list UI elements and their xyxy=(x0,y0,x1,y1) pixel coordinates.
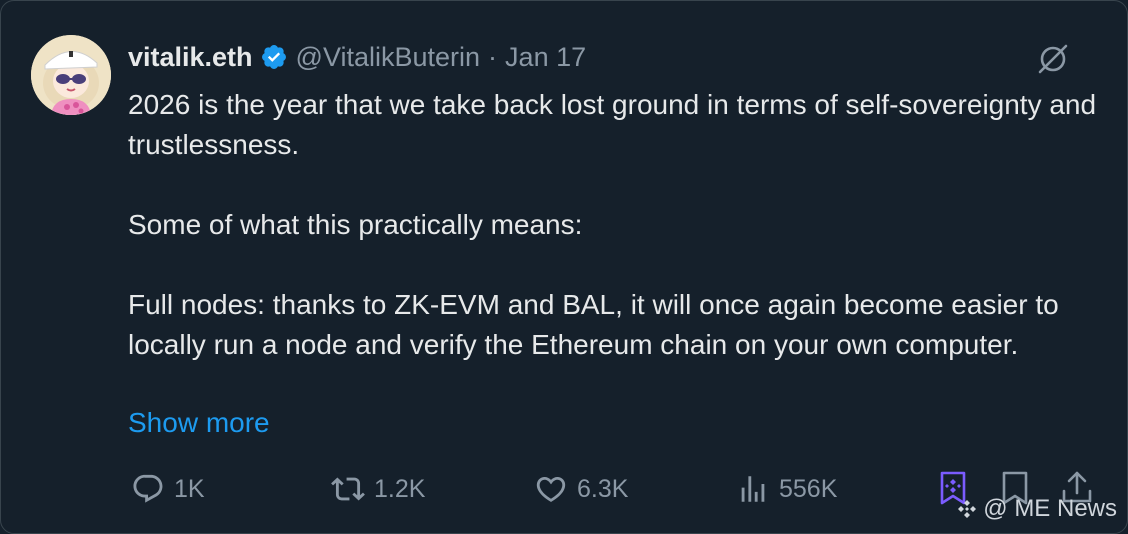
watermark: @ ME News xyxy=(955,495,1117,523)
retweet-button[interactable]: 1.2K xyxy=(331,469,425,509)
author-handle[interactable]: @VitalikButerin xyxy=(296,42,481,73)
watermark-text: @ ME News xyxy=(983,495,1117,522)
header-separator: · xyxy=(488,41,498,72)
author-name[interactable]: vitalik.eth xyxy=(128,42,253,73)
show-more-link[interactable]: Show more xyxy=(128,403,270,443)
like-button[interactable]: 6.3K xyxy=(534,469,628,509)
analytics-icon xyxy=(741,476,765,502)
verified-badge-icon xyxy=(261,45,286,69)
reply-icon xyxy=(133,474,163,503)
tweet-paragraph: Full nodes: thanks to ZK-EVM and BAL, it… xyxy=(128,289,1059,360)
avatar-illustration xyxy=(31,35,111,115)
views-count: 556K xyxy=(779,474,838,503)
tweet-date[interactable]: Jan 17 xyxy=(505,42,586,73)
tweet-text: 2026 is the year that we take back lost … xyxy=(128,85,1103,365)
retweet-icon xyxy=(331,477,365,501)
reply-count: 1K xyxy=(174,474,205,503)
heart-icon xyxy=(536,476,566,502)
binance-logo-icon xyxy=(958,500,977,518)
like-count: 6.3K xyxy=(577,474,629,503)
avatar[interactable] xyxy=(31,35,111,115)
reply-button[interactable]: 1K xyxy=(131,469,205,509)
views-button[interactable]: 556K xyxy=(736,469,837,509)
retweet-count: 1.2K xyxy=(374,474,426,503)
tweet-paragraph: 2026 is the year that we take back lost … xyxy=(128,89,1097,160)
tweet-paragraph: Some of what this practically means: xyxy=(128,209,583,240)
grok-icon[interactable] xyxy=(1035,41,1071,77)
tweet-header: vitalik.eth @VitalikButerin · Jan 17 xyxy=(128,39,586,75)
tweet-card[interactable]: vitalik.eth @VitalikButerin · Jan 17 202… xyxy=(0,0,1128,534)
